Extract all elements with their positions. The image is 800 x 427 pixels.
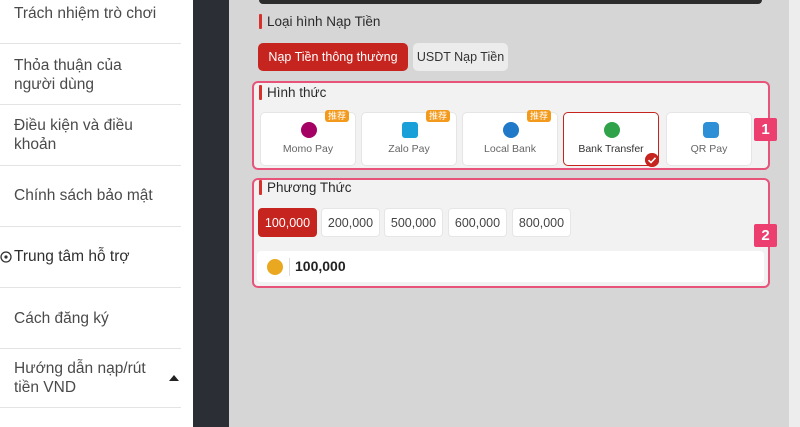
method-label: Momo Pay [282, 143, 334, 155]
amount-title-text: Phương Thức [267, 180, 352, 195]
step-badge-2: 2 [754, 224, 777, 247]
momo-icon [301, 122, 317, 138]
sidebar-item-label: Chính sách bảo mật [14, 187, 153, 204]
sidebar-item-help-center[interactable]: Trung tâm hỗ trợ [0, 227, 181, 288]
help-circle-icon [0, 250, 12, 263]
sidebar: Trách nhiệm trò chơi Thỏa thuận của ngườ… [0, 0, 193, 427]
sidebar-divider [193, 0, 229, 427]
recommend-badge: 推荐 [425, 110, 450, 122]
method-label: QR Pay [690, 143, 728, 155]
tab-normal-deposit[interactable]: Nạp Tiền thông thường [258, 43, 408, 71]
method-title-text: Hình thức [267, 85, 327, 100]
check-icon [645, 153, 659, 167]
sidebar-item-label: Cách đăng ký [14, 310, 109, 327]
method-card-bank-transfer[interactable]: Bank Transfer [563, 112, 659, 167]
sidebar-item-privacy[interactable]: Chính sách bảo mật [0, 166, 181, 227]
deposit-type-title: Loại hình Nạp Tiền [259, 14, 380, 29]
amount-option-500000[interactable]: 500,000 [384, 208, 443, 237]
title-accent-bar [259, 85, 262, 100]
sidebar-item-register-guide[interactable]: Cách đăng ký [0, 288, 181, 349]
amount-value: 100,000 [295, 258, 346, 274]
method-card-local-bank[interactable]: 推荐 Local Bank [462, 110, 558, 166]
method-label: Bank Transfer [578, 143, 644, 155]
sidebar-item-label: Trung tâm hỗ trợ [14, 248, 130, 265]
amount-input[interactable]: 100,000 [257, 251, 764, 282]
header-bar [259, 0, 762, 4]
sidebar-item-label: Trách nhiệm trò chơi [14, 5, 157, 22]
lbt-icon [604, 122, 620, 138]
method-label: Zalo Pay [388, 143, 430, 155]
sidebar-item-label: Điều kiện và điều khoản [14, 117, 133, 153]
sidebar-item-label: Thỏa thuận của người dùng [14, 57, 122, 93]
sidebar-item-help-row: Trung tâm hỗ trợ [0, 247, 163, 266]
zalo-icon [402, 122, 418, 138]
title-accent-bar [259, 14, 262, 29]
sidebar-item-user-agreement[interactable]: Thỏa thuận của người dùng [0, 44, 181, 105]
method-card-momo[interactable]: 推荐 Momo Pay [260, 110, 356, 166]
bank-icon [503, 122, 519, 138]
tab-usdt-deposit[interactable]: USDT Nạp Tiền [413, 43, 508, 71]
method-card-zalo[interactable]: 推荐 Zalo Pay [361, 110, 457, 166]
coin-icon [267, 259, 283, 275]
recommend-badge: 推荐 [526, 110, 551, 122]
sidebar-item-responsible-gaming[interactable]: Trách nhiệm trò chơi [0, 0, 181, 44]
title-accent-bar [259, 180, 262, 195]
method-card-qr-pay[interactable]: QR Pay [666, 112, 752, 166]
amount-title: Phương Thức [259, 180, 351, 195]
recommend-badge: 推荐 [324, 110, 349, 122]
page-scroll-edge [789, 0, 800, 427]
amount-option-600000[interactable]: 600,000 [448, 208, 507, 237]
amount-option-100000[interactable]: 100,000 [258, 208, 317, 237]
amount-option-200000[interactable]: 200,000 [321, 208, 380, 237]
caret-up-icon[interactable] [169, 375, 179, 381]
sidebar-item-deposit-guide[interactable]: Hướng dẫn nạp/rút tiền VND [0, 349, 181, 408]
qr-icon [703, 122, 719, 138]
deposit-type-title-text: Loại hình Nạp Tiền [267, 14, 381, 29]
method-title: Hình thức [259, 85, 326, 100]
sidebar-item-label: Hướng dẫn nạp/rút tiền VND [14, 360, 146, 396]
method-label: Local Bank [484, 143, 536, 155]
amount-option-800000[interactable]: 800,000 [512, 208, 571, 237]
step-badge-1: 1 [754, 118, 777, 141]
sidebar-item-terms[interactable]: Điều kiện và điều khoản [0, 105, 181, 166]
input-divider [289, 258, 290, 276]
